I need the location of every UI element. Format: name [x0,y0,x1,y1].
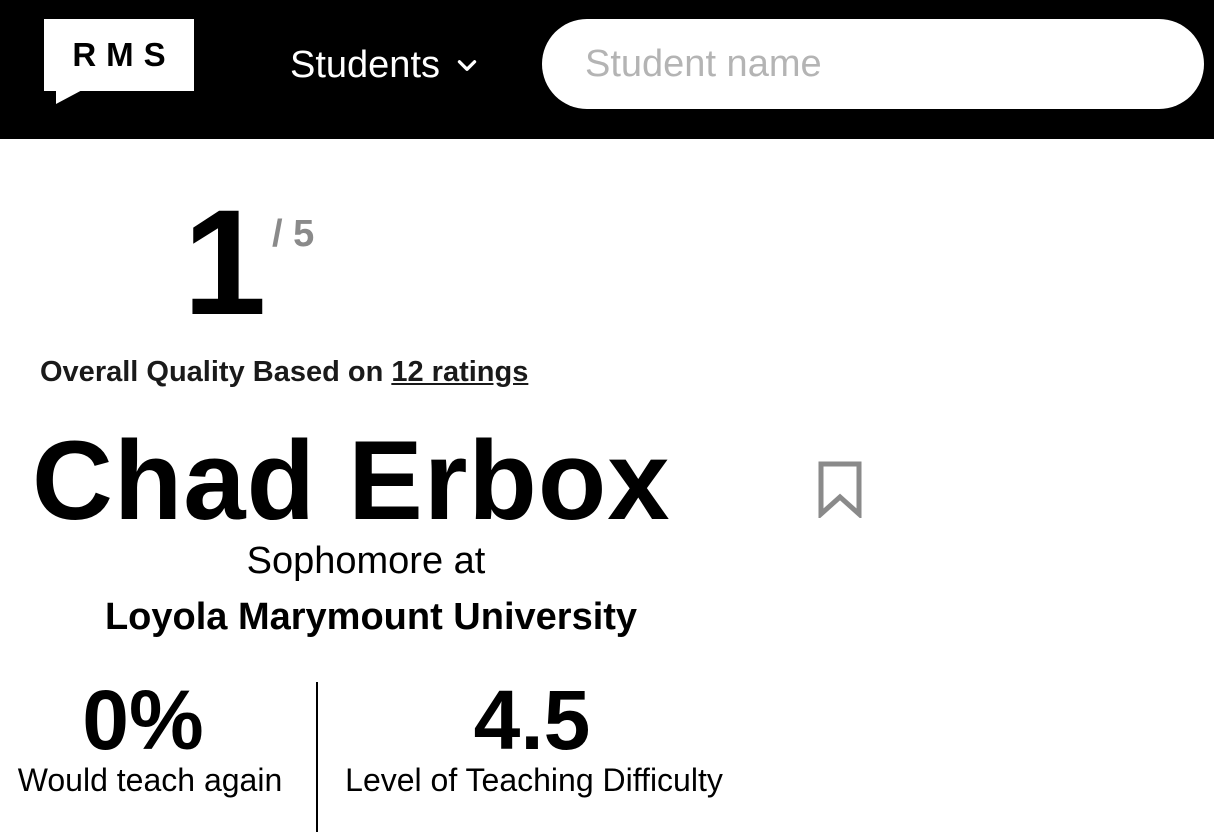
overall-quality-caption: Overall Quality Based on 12 ratings [40,356,528,389]
bookmark-icon[interactable] [817,460,863,518]
students-dropdown[interactable]: Students [290,40,480,90]
overall-rating-score: 1 [183,178,267,346]
teaching-difficulty-value: 4.5 [473,673,591,767]
logo-text: RMS [72,36,176,73]
student-name: Chad Erbox [32,418,671,543]
overall-rating-max: / 5 [272,213,315,255]
student-year: Sophomore at [246,540,486,582]
student-school: Loyola Marymount University [104,596,638,638]
students-dropdown-label: Students [290,43,440,86]
stats-divider [316,682,318,832]
teaching-difficulty-label: Level of Teaching Difficulty [345,762,723,798]
top-navigation-bar: RMS Students [0,0,1214,139]
student-search-input[interactable] [542,19,1204,109]
rms-logo[interactable]: RMS [44,19,194,91]
logo-speech-tail [56,88,86,104]
ratings-count-link[interactable]: 12 ratings [391,356,528,388]
would-teach-again-label: Would teach again [17,762,283,798]
chevron-down-icon [457,60,477,71]
overall-quality-text: Overall Quality Based on [40,356,392,388]
would-teach-again-value: 0% [82,673,204,767]
